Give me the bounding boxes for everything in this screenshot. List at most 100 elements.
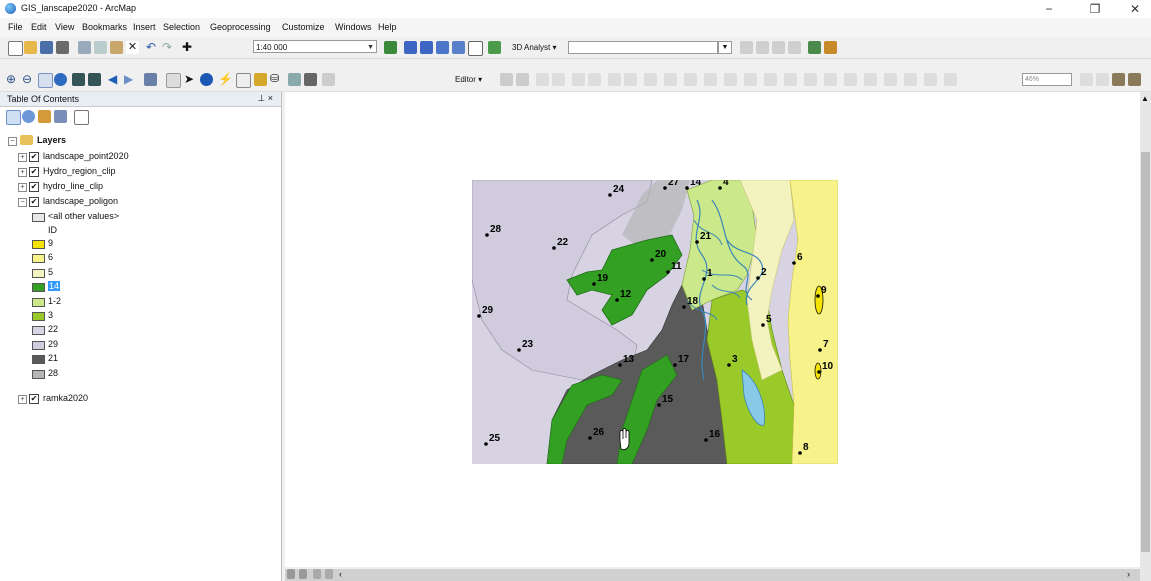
html-popup-icon[interactable] — [236, 73, 251, 88]
map-point[interactable] — [618, 363, 622, 367]
menu-file[interactable]: File — [8, 22, 23, 32]
3d-tool-icon[interactable] — [756, 41, 769, 54]
3d-tool-icon[interactable] — [740, 41, 753, 54]
select-features-icon[interactable] — [144, 73, 157, 86]
vertical-scrollbar[interactable]: ▲ — [1140, 92, 1151, 581]
hyperlink-icon[interactable]: ⚡ — [218, 73, 233, 86]
close-button[interactable]: ✕ — [1120, 1, 1150, 17]
menu-insert[interactable]: Insert — [133, 22, 156, 32]
layout-tool-icon[interactable] — [944, 73, 957, 86]
menu-customize[interactable]: Customize — [282, 22, 325, 32]
legend-label[interactable]: 6 — [48, 252, 53, 262]
layer-visibility-checkbox[interactable]: ✔ — [29, 197, 39, 207]
attributes-icon[interactable] — [608, 73, 621, 86]
pan-icon[interactable] — [38, 73, 53, 88]
catalog-icon[interactable] — [420, 41, 433, 54]
3d-tool-icon[interactable] — [788, 41, 801, 54]
sketch-tool-icon[interactable] — [552, 73, 565, 86]
map-point[interactable] — [792, 261, 796, 265]
layout-tool-icon[interactable] — [764, 73, 777, 86]
collapse-icon[interactable]: − — [8, 137, 17, 146]
georef-tool-icon[interactable] — [664, 73, 677, 86]
straight-segment-icon[interactable] — [536, 73, 549, 86]
map-view[interactable]: 24 27 14 4 28 22 21 20 6 19 11 1 2 12 9 29 18 5 7 23 3 13 17 10… — [285, 92, 1140, 567]
map-point[interactable] — [666, 270, 670, 274]
map-point[interactable] — [650, 258, 654, 262]
map-point[interactable] — [727, 363, 731, 367]
menu-edit[interactable]: Edit — [31, 22, 47, 32]
options-icon[interactable] — [74, 110, 89, 125]
map-point[interactable] — [816, 294, 820, 298]
edit-tool-icon[interactable] — [500, 73, 513, 86]
layer-visibility-checkbox[interactable]: ✔ — [29, 167, 39, 177]
undo-icon[interactable]: ↶ — [146, 41, 159, 54]
legend-label[interactable]: 3 — [48, 310, 53, 320]
map-point[interactable] — [673, 363, 677, 367]
georef-tool-icon[interactable] — [684, 73, 697, 86]
paste-icon[interactable] — [110, 41, 123, 54]
horizontal-scrollbar[interactable]: ‹ › — [285, 569, 1140, 581]
create-features-icon[interactable] — [644, 73, 657, 86]
arcglobe-icon[interactable] — [824, 41, 837, 54]
layout-view-icon[interactable] — [287, 569, 295, 579]
layout-tool-icon[interactable] — [844, 73, 857, 86]
sketch-properties-icon[interactable] — [624, 73, 637, 86]
layer-hydro-region-clip[interactable]: Hydro_region_clip — [43, 166, 116, 176]
map-point[interactable] — [608, 193, 612, 197]
clear-selection-icon[interactable] — [166, 73, 181, 88]
legend-all-other-values[interactable]: <all other values> — [48, 211, 119, 221]
scroll-right-icon[interactable]: › — [1127, 569, 1130, 579]
layer-landscape-poligon[interactable]: landscape_poligon — [43, 196, 118, 206]
find-route-icon[interactable] — [288, 73, 301, 86]
identify-icon[interactable] — [200, 73, 213, 86]
layout-tool-icon[interactable] — [884, 73, 897, 86]
menu-bookmarks[interactable]: Bookmarks — [82, 22, 127, 32]
map-point[interactable] — [761, 323, 765, 327]
data-view-icon[interactable] — [299, 569, 307, 579]
arcscene-icon[interactable] — [808, 41, 821, 54]
map-point[interactable] — [685, 186, 689, 190]
split-tool-icon[interactable] — [572, 73, 585, 86]
time-slider-icon[interactable] — [322, 73, 335, 86]
chevron-down-icon[interactable]: ▼ — [718, 41, 732, 54]
cut-icon[interactable] — [78, 41, 91, 54]
topology-tool-icon[interactable] — [744, 73, 757, 86]
refresh-icon[interactable] — [313, 569, 321, 579]
search-window-icon[interactable] — [436, 41, 449, 54]
menu-selection[interactable]: Selection — [163, 22, 200, 32]
legend-label[interactable]: 22 — [48, 324, 58, 334]
scroll-left-icon[interactable]: ‹ — [339, 569, 342, 579]
layout-tool-icon[interactable] — [804, 73, 817, 86]
menu-help[interactable]: Help — [378, 22, 397, 32]
layer-hydro-line-clip[interactable]: hydro_line_clip — [43, 181, 103, 191]
layer-landscape-point2020[interactable]: landscape_point2020 — [43, 151, 129, 161]
expand-icon[interactable]: + — [18, 183, 27, 192]
layer-visibility-checkbox[interactable]: ✔ — [29, 182, 39, 192]
legend-label[interactable]: 9 — [48, 238, 53, 248]
expand-icon[interactable]: + — [18, 395, 27, 404]
delete-icon[interactable]: ✕ — [126, 41, 139, 54]
menu-windows[interactable]: Windows — [335, 22, 372, 32]
minimize-button[interactable]: − — [1034, 1, 1064, 17]
map-point[interactable] — [484, 442, 488, 446]
table-of-contents-icon[interactable] — [404, 41, 417, 54]
3d-analyst-dropdown[interactable]: 3D Analyst ▾ — [512, 43, 556, 52]
map-point[interactable] — [695, 240, 699, 244]
edit-annotation-icon[interactable] — [516, 73, 529, 86]
map-point[interactable] — [657, 403, 661, 407]
layout-view-icon[interactable] — [1080, 73, 1093, 86]
data-view-icon[interactable] — [1096, 73, 1109, 86]
legend-label[interactable]: 1-2 — [48, 296, 61, 306]
zoom-in-icon[interactable]: ⊕ — [6, 73, 19, 86]
map-point[interactable] — [615, 298, 619, 302]
new-document-icon[interactable] — [8, 41, 23, 56]
python-window-icon[interactable] — [468, 41, 483, 56]
layer-ramka2020[interactable]: ramka2020 — [43, 393, 88, 403]
add-data-icon[interactable]: ✚ — [182, 41, 195, 54]
map-point[interactable] — [682, 305, 686, 309]
select-elements-icon[interactable]: ➤ — [184, 73, 197, 86]
list-by-source-icon[interactable] — [22, 110, 35, 123]
layout-tool-icon[interactable] — [824, 73, 837, 86]
map-point[interactable] — [817, 370, 821, 374]
landscape-map[interactable]: 2427 14 428222120 619111 212 929185723313 1710… — [472, 180, 838, 464]
